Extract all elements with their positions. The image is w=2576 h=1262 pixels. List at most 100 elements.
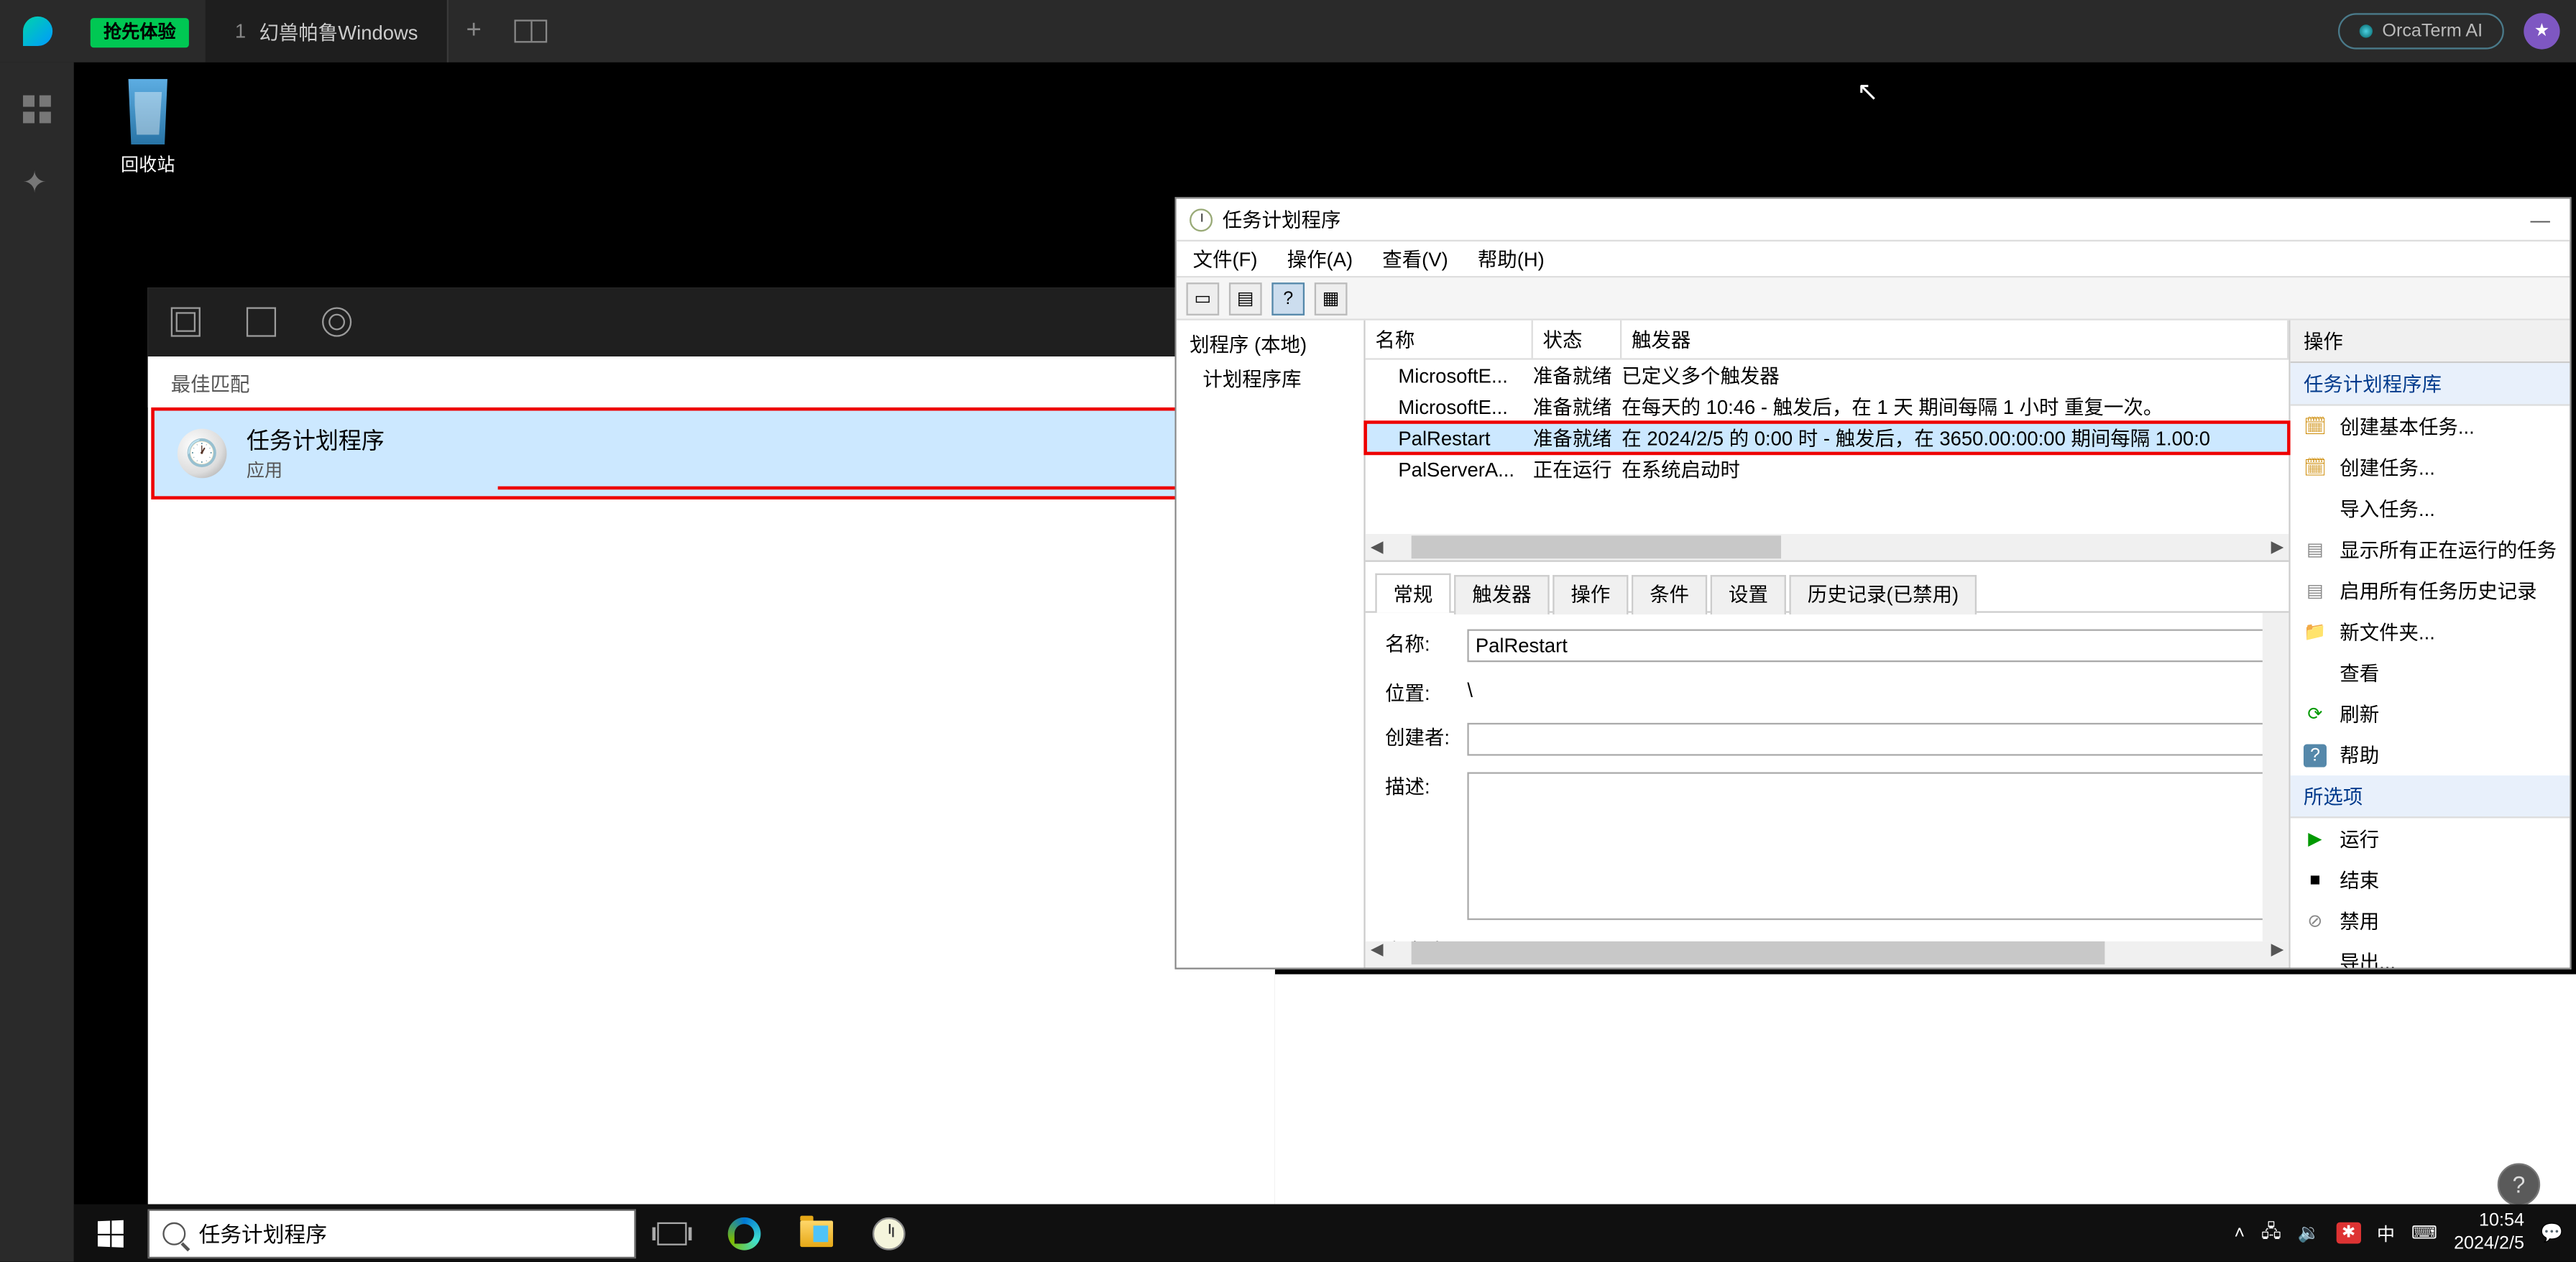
task-view-icon <box>657 1222 686 1245</box>
tray-clock[interactable]: 10:54 2024/2/5 <box>2454 1211 2524 1254</box>
action-export[interactable]: 导出... <box>2291 941 2570 968</box>
toolbar-btn-4[interactable]: ▦ <box>1315 282 1348 315</box>
session-tab[interactable]: 1 幻兽帕鲁Windows <box>206 0 449 63</box>
action-enable-history[interactable]: ▤启用所有任务历史记录 <box>2291 570 2570 611</box>
label-security: 安全选项 <box>1385 936 2269 941</box>
action-import[interactable]: 导入任务... <box>2291 488 2570 529</box>
toolbar-btn-2[interactable]: ▤ <box>1229 282 1262 315</box>
tray-volume-icon[interactable]: 🔉 <box>2298 1222 2320 1244</box>
action-create-basic[interactable]: 🗓创建基本任务... <box>2291 406 2570 447</box>
label-creator: 创建者: <box>1385 723 1467 751</box>
task-row[interactable]: MicrosoftE... 准备就绪 已定义多个触发器 <box>1366 360 2289 391</box>
apps-icon[interactable] <box>22 96 52 125</box>
field-description[interactable] <box>1467 772 2269 920</box>
label-name: 名称: <box>1385 630 1467 658</box>
edge-icon <box>728 1217 761 1250</box>
user-avatar[interactable] <box>2524 13 2559 49</box>
result-title: 任务计划程序 <box>247 424 385 457</box>
orca-ai-button[interactable]: OrcaTerm AI <box>2338 13 2504 49</box>
menu-view[interactable]: 查看(V) <box>1382 245 1448 273</box>
task-row[interactable]: MicrosoftE... 准备就绪 在每天的 10:46 - 触发后，在 1 … <box>1366 391 2289 422</box>
action-refresh[interactable]: ⟳刷新 <box>2291 694 2570 734</box>
apps-filter-icon[interactable] <box>247 307 276 336</box>
task-detail-pane: 常规 触发器 操作 条件 设置 历史记录(已禁用) 名称: 位置: \ <box>1366 562 2289 968</box>
tray-security-icon[interactable]: ✱ <box>2337 1222 2360 1244</box>
tree-root[interactable]: 划程序 (本地) <box>1183 327 1357 361</box>
file-explorer-button[interactable] <box>781 1205 853 1262</box>
tree-pane[interactable]: 划程序 (本地) 计划程序库 <box>1177 321 1366 968</box>
edge-button[interactable] <box>708 1205 781 1262</box>
action-run[interactable]: ▶运行 <box>2291 818 2570 859</box>
best-match-header: 最佳匹配 <box>148 356 1275 407</box>
action-create-task[interactable]: 🗓创建任务... <box>2291 447 2570 488</box>
tab-index: 1 <box>235 19 246 42</box>
detail-hscroll[interactable]: ◀▶ <box>1366 941 2289 968</box>
task-list-hscroll[interactable]: ◀▶ <box>1366 534 2289 561</box>
mouse-cursor: ↖ <box>1857 75 1879 109</box>
tray-time: 10:54 <box>2454 1211 2524 1233</box>
task-view-button[interactable] <box>636 1205 709 1262</box>
col-name[interactable]: 名称 <box>1366 321 1533 359</box>
toolbar-btn-1[interactable]: ▭ <box>1186 282 1219 315</box>
tray-network-icon[interactable]: 🖧 <box>2261 1217 2281 1248</box>
taskbar-search[interactable] <box>148 1208 636 1258</box>
menu-action[interactable]: 操作(A) <box>1287 245 1353 273</box>
start-button[interactable] <box>74 1205 147 1262</box>
remote-desktop: 回收站 ↖ ··· 最佳匹配 🕐 任务计划程序 应用 <box>74 63 2576 1262</box>
settings-filter-icon[interactable] <box>322 307 351 336</box>
action-new-folder[interactable]: 📁新文件夹... <box>2291 611 2570 652</box>
search-input[interactable] <box>199 1220 622 1245</box>
field-name[interactable] <box>1467 630 2269 663</box>
split-view-button[interactable] <box>515 19 548 42</box>
toolbar-help-icon[interactable]: ? <box>1271 282 1305 315</box>
actions-selected-header: 所选项 <box>2291 775 2570 818</box>
clock-icon <box>873 1217 906 1250</box>
action-show-running[interactable]: ▤显示所有正在运行的任务 <box>2291 529 2570 570</box>
menu-file[interactable]: 文件(F) <box>1193 245 1258 273</box>
window-titlebar[interactable]: 任务计划程序 — <box>1177 199 2570 241</box>
col-status[interactable]: 状态 <box>1533 321 1622 359</box>
col-trigger[interactable]: 触发器 <box>1622 321 2288 359</box>
tray-chevron-icon[interactable]: ˄ <box>2234 1223 2245 1243</box>
task-list: 名称 状态 触发器 MicrosoftE... 准备就绪 已定义多个触发器 <box>1366 321 2289 562</box>
tab-settings[interactable]: 设置 <box>1711 575 1786 614</box>
host-titlebar: 抢先体验 1 幻兽帕鲁Windows + OrcaTerm AI <box>0 0 2576 63</box>
tab-actions[interactable]: 操作 <box>1552 575 1628 614</box>
action-help[interactable]: ?帮助 <box>2291 734 2570 775</box>
expand-icon[interactable] <box>171 307 201 336</box>
extensions-icon[interactable] <box>22 166 52 195</box>
host-logo[interactable] <box>0 0 74 63</box>
tab-history[interactable]: 历史记录(已禁用) <box>1790 575 1977 614</box>
folder-icon <box>800 1220 833 1246</box>
task-scheduler-taskbar-button[interactable] <box>852 1205 925 1262</box>
tree-library[interactable]: 计划程序库 <box>1183 361 1357 396</box>
tray-keyboard-icon[interactable]: ⌨ <box>2411 1222 2437 1244</box>
tray-ime[interactable]: 中 <box>2377 1220 2395 1246</box>
menu-help[interactable]: 帮助(H) <box>1478 245 1545 273</box>
field-creator[interactable] <box>1467 723 2269 756</box>
host-sidebar <box>0 63 74 1262</box>
action-end[interactable]: ■结束 <box>2291 860 2570 901</box>
white-backdrop <box>1275 975 2576 1205</box>
recycle-bin[interactable]: 回收站 <box>98 79 197 178</box>
tab-triggers[interactable]: 触发器 <box>1454 575 1550 614</box>
tray-date: 2024/2/5 <box>2454 1233 2524 1255</box>
detail-vscroll[interactable] <box>2263 613 2289 941</box>
tab-general[interactable]: 常规 <box>1375 574 1450 613</box>
task-scheduler-icon: 🕐 <box>178 429 227 479</box>
notifications-icon[interactable]: 💬 <box>2541 1222 2563 1244</box>
windows-logo-icon <box>98 1220 124 1247</box>
tab-title: 幻兽帕鲁Windows <box>259 17 418 45</box>
task-list-header[interactable]: 名称 状态 触发器 <box>1366 321 2289 360</box>
task-row[interactable]: PalServerA... 正在运行 在系统启动时 <box>1366 453 2289 484</box>
new-tab-button[interactable]: + <box>449 17 499 46</box>
tab-conditions[interactable]: 条件 <box>1632 575 1707 614</box>
field-location: \ <box>1467 678 2269 701</box>
recycle-bin-icon <box>120 79 176 144</box>
minimize-button[interactable]: — <box>2530 208 2549 231</box>
help-bubble[interactable]: ? <box>2498 1163 2540 1205</box>
action-view[interactable]: 查看 <box>2291 653 2570 694</box>
menu-bar: 文件(F) 操作(A) 查看(V) 帮助(H) <box>1177 241 2570 277</box>
action-disable[interactable]: ⊘禁用 <box>2291 901 2570 941</box>
task-row-palrestart[interactable]: PalRestart 准备就绪 在 2024/2/5 的 0:00 时 - 触发… <box>1366 423 2289 453</box>
